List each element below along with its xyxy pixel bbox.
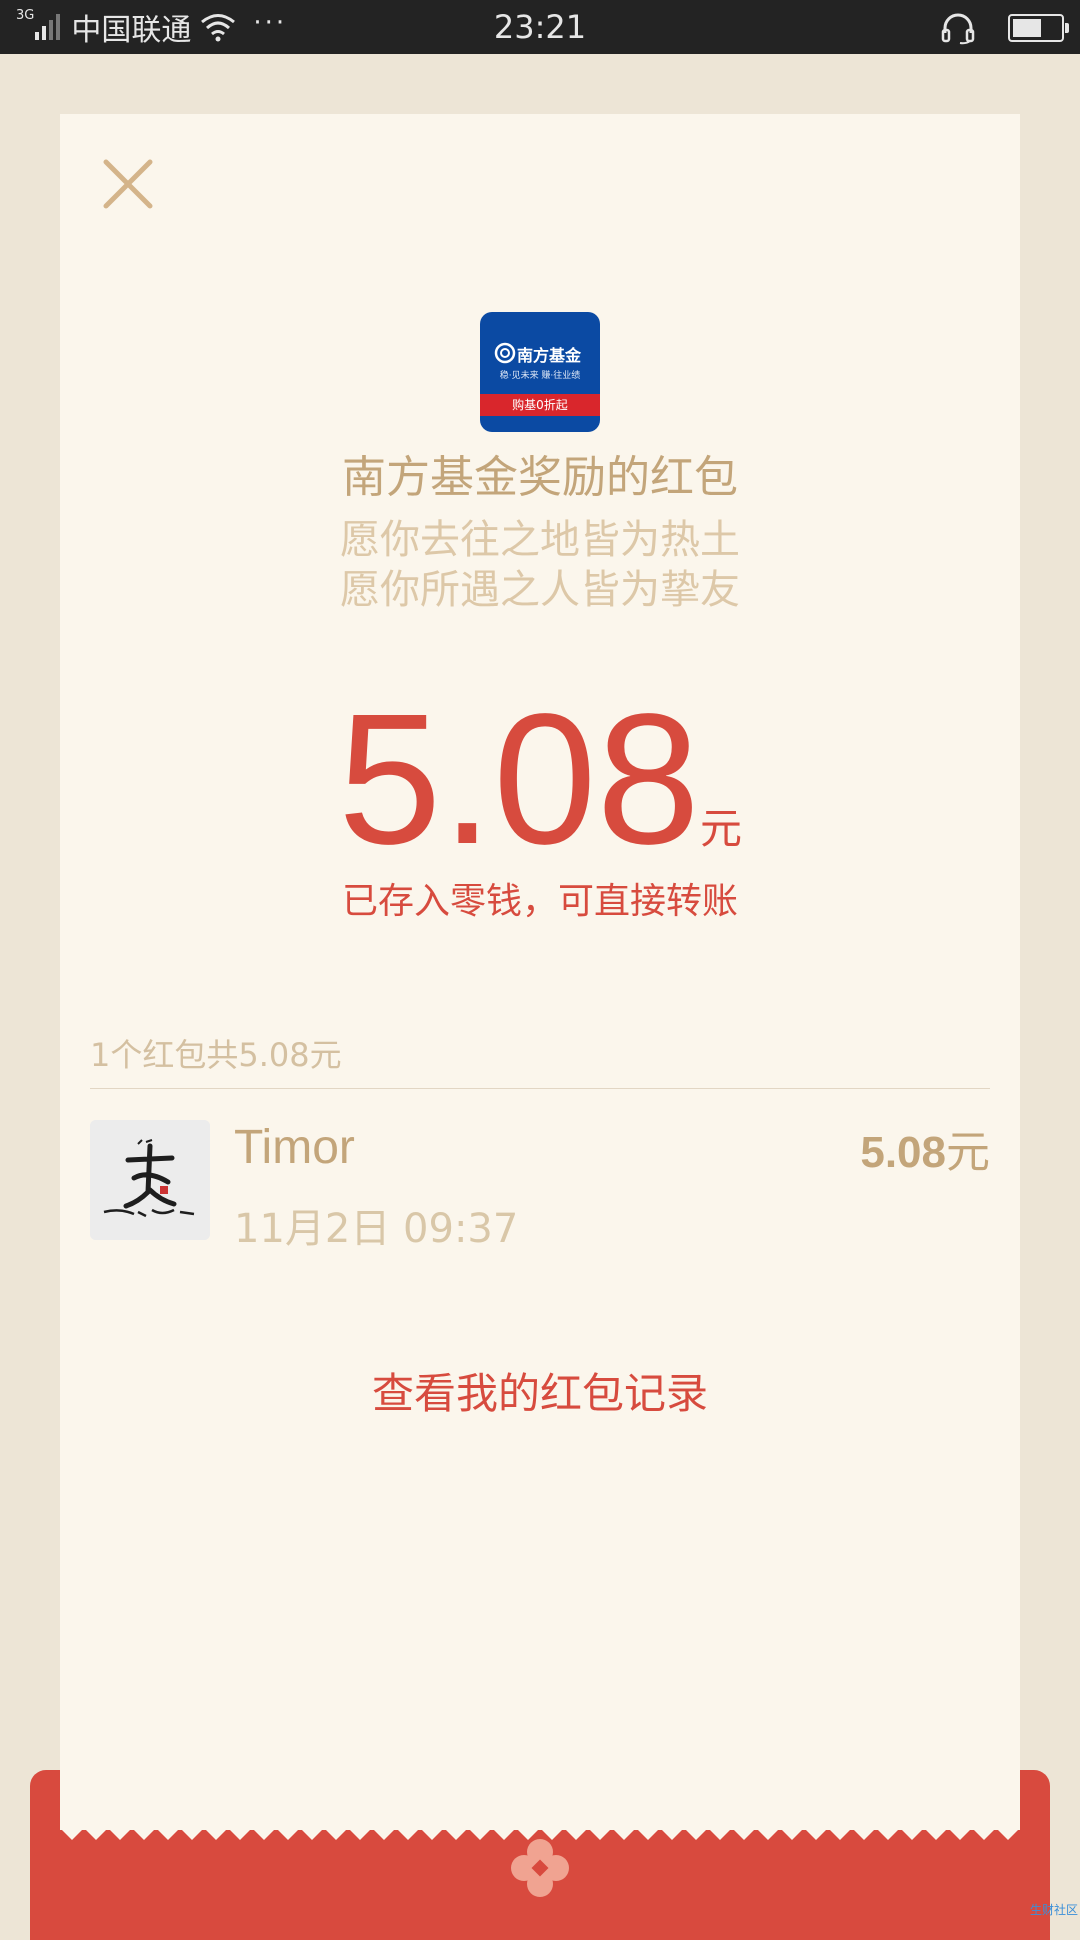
logo-ribbon: 购基0折起 xyxy=(480,394,600,416)
amount-display: 5.08元 xyxy=(60,680,1020,880)
record-amount-value: 5.08 xyxy=(860,1128,946,1177)
record-amount-unit: 元 xyxy=(946,1128,990,1177)
avatar[interactable] xyxy=(90,1120,210,1240)
logo-name: 南方基金 xyxy=(516,346,581,365)
card-zigzag-edge xyxy=(60,1818,1020,1840)
headset-icon xyxy=(941,13,975,45)
record-time: 11月2日 09:37 xyxy=(234,1206,519,1252)
amount-note: 已存入零钱，可直接转账 xyxy=(341,881,738,922)
packet-summary: 1个红包共5.08元 xyxy=(90,1036,342,1074)
clock: 23:21 xyxy=(493,8,587,46)
status-bar: 3G 中国联通 ··· 23:21 xyxy=(0,0,1080,54)
packet-title: 南方基金奖励的红包 xyxy=(342,452,738,503)
watermark: 生财社区 xyxy=(1029,1903,1078,1917)
amount-unit: 元 xyxy=(700,804,743,853)
divider xyxy=(90,1088,990,1089)
record-amount: 5.08元 xyxy=(860,1116,990,1180)
sender-logo: 南方基金 稳·见未来 赚·往业绩 购基0折起 xyxy=(480,312,600,432)
status-bar-right xyxy=(940,8,1069,48)
calligraphy-avatar-image xyxy=(90,1120,210,1240)
battery-icon xyxy=(1008,14,1069,42)
logo-slogan: 稳·见未来 赚·往业绩 xyxy=(499,371,581,381)
wish-line-2: 愿你所遇之人皆为挚友 xyxy=(340,567,740,613)
record-name: Timor xyxy=(234,1121,355,1174)
close-icon[interactable] xyxy=(100,156,156,212)
wish-line-1: 愿你去往之地皆为热土 xyxy=(340,517,740,563)
amount-value: 5.08 xyxy=(337,676,700,883)
flower-icon xyxy=(511,1839,569,1897)
view-history-link[interactable]: 查看我的红包记录 xyxy=(60,1360,1020,1421)
